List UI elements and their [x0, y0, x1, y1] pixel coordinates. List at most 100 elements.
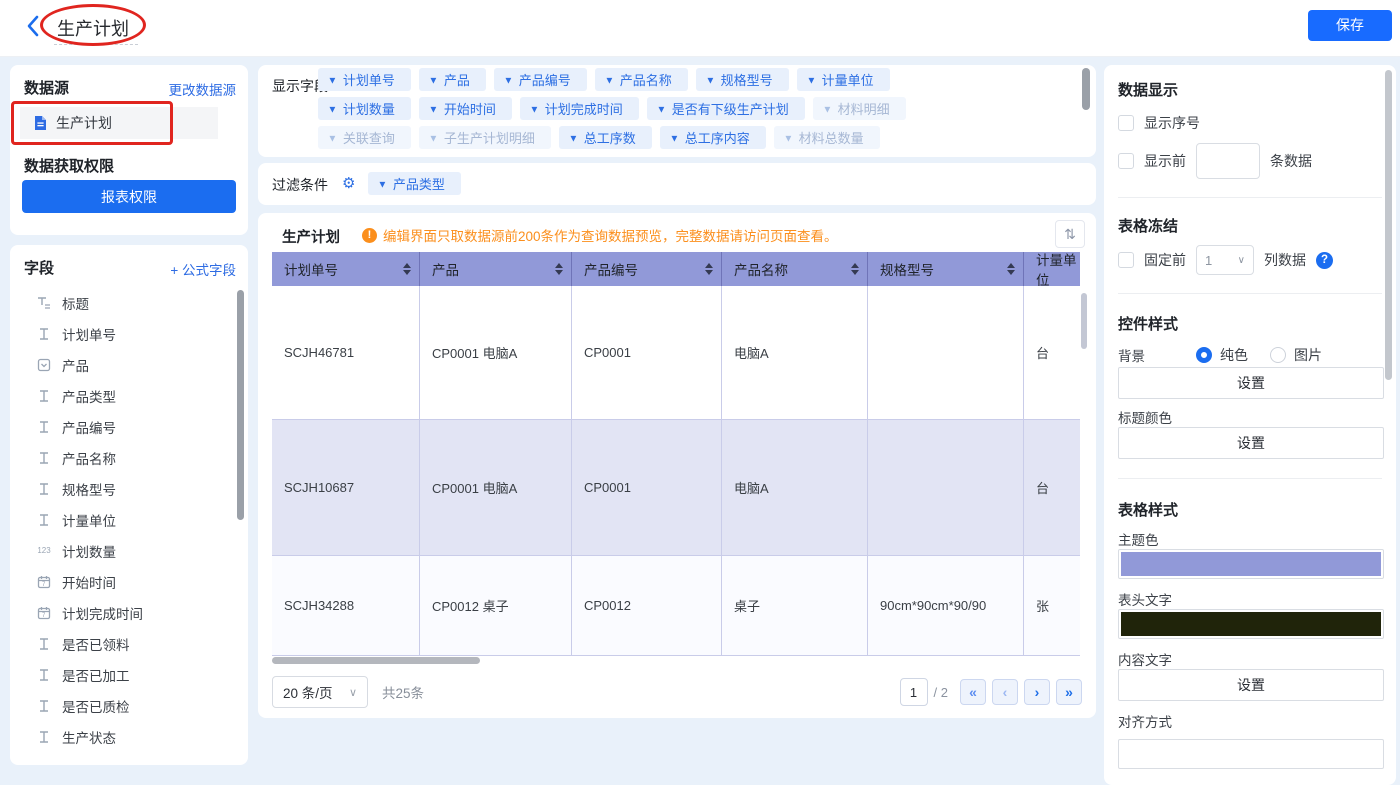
field-item[interactable]: 是否已质检 — [10, 690, 248, 721]
display-field-tag[interactable]: ▼计划数量 — [318, 97, 411, 120]
background-set-button[interactable]: 设置 — [1118, 367, 1384, 399]
field-item[interactable]: 标题 — [10, 287, 248, 318]
image-radio[interactable] — [1270, 347, 1286, 363]
report-permission-button[interactable]: 报表权限 — [22, 180, 236, 213]
field-item[interactable]: 是否已领料 — [10, 628, 248, 659]
freeze-checkbox[interactable] — [1118, 252, 1134, 268]
table-cell: 电脑A — [722, 286, 868, 420]
add-formula-field-link[interactable]: + 公式字段 — [170, 259, 236, 279]
display-field-tag[interactable]: ▼规格型号 — [696, 68, 789, 91]
top-header: 生产计划 保存 — [0, 0, 1400, 57]
tag-label: 子生产计划明细 — [444, 128, 535, 147]
field-item[interactable]: 123计划数量 — [10, 535, 248, 566]
table-column-header[interactable]: 产品编号 — [572, 252, 722, 286]
tag-label: 材料总数量 — [799, 128, 864, 147]
text-icon — [36, 636, 52, 652]
display-field-tag[interactable]: ▼是否有下级生产计划 — [647, 97, 805, 120]
display-field-tag[interactable]: ▼产品 — [419, 68, 486, 91]
tag-label: 计量单位 — [822, 70, 874, 89]
save-button[interactable]: 保存 — [1308, 10, 1392, 41]
display-field-tag[interactable]: ▼产品编号 — [494, 68, 587, 91]
display-field-tag[interactable]: ▼ 计量单位 — [797, 68, 890, 91]
show-first-checkbox[interactable] — [1118, 153, 1134, 169]
title-color-set-button[interactable]: 设置 — [1118, 427, 1384, 459]
display-field-tag[interactable]: ▼计划完成时间 — [520, 97, 639, 120]
table-row[interactable]: SCJH34288CP0012 桌子CP0012桌子90cm*90cm*90/9… — [272, 556, 1080, 656]
fields-scrollbar[interactable] — [237, 290, 244, 520]
back-icon[interactable] — [26, 14, 48, 40]
table-column-header[interactable]: 产品名称 — [722, 252, 868, 286]
field-item[interactable]: 产品 — [10, 349, 248, 380]
table-cell: CP0001 电脑A — [420, 286, 572, 420]
show-first-input[interactable] — [1196, 143, 1260, 179]
table-style-title: 表格样式 — [1118, 499, 1178, 520]
field-item[interactable]: 产品编号 — [10, 411, 248, 442]
field-item[interactable]: 产品名称 — [10, 442, 248, 473]
display-field-tag[interactable]: ▼总工序内容 — [660, 126, 766, 149]
content-text-set-button[interactable]: 设置 — [1118, 669, 1384, 701]
display-field-tag[interactable]: ▼产品类型 — [368, 172, 461, 195]
field-item-label: 是否已领料 — [62, 634, 130, 654]
sort-icon[interactable] — [555, 263, 563, 275]
display-field-tag[interactable]: ▼产品名称 — [595, 68, 688, 91]
last-page-button[interactable]: » — [1056, 679, 1082, 705]
field-item[interactable]: 规格型号 — [10, 473, 248, 504]
table-cell: CP0001 — [572, 420, 722, 556]
theme-color-swatch[interactable] — [1118, 549, 1384, 579]
table-column-header[interactable]: 计划单号 — [272, 252, 420, 286]
display-field-tag[interactable]: ▼关联查询 — [318, 126, 411, 149]
sort-icon[interactable] — [705, 263, 713, 275]
align-control[interactable] — [1118, 739, 1384, 769]
next-page-button[interactable]: › — [1024, 679, 1050, 705]
column-sort-button[interactable]: ⇅ — [1055, 220, 1085, 248]
filter-gear-icon[interactable]: ⚙ — [342, 174, 355, 192]
table-column-header[interactable]: 产品 — [420, 252, 572, 286]
table-vertical-scrollbar[interactable] — [1081, 293, 1087, 349]
solid-color-radio[interactable] — [1196, 347, 1212, 363]
sort-icon[interactable] — [1007, 263, 1015, 275]
display-field-tag[interactable]: ▼材料总数量 — [774, 126, 880, 149]
freeze-count-select[interactable]: 1 ∨ — [1196, 245, 1254, 275]
display-field-tag[interactable]: ▼总工序数 — [559, 126, 652, 149]
field-item[interactable]: 7开始时间 — [10, 566, 248, 597]
field-item[interactable]: 计量单位 — [10, 504, 248, 535]
tag-label: 产品名称 — [620, 70, 672, 89]
page-title[interactable]: 生产计划 — [57, 15, 129, 41]
table-column-header[interactable]: 规格型号 — [868, 252, 1024, 286]
solid-color-label: 纯色 — [1220, 345, 1248, 365]
current-page-input[interactable]: 1 — [900, 678, 928, 706]
table-horizontal-scrollbar[interactable] — [272, 657, 480, 664]
show-index-checkbox[interactable] — [1118, 115, 1134, 131]
field-item-label: 开始时间 — [62, 572, 116, 592]
sort-icon[interactable] — [851, 263, 859, 275]
filter-card: 过滤条件 ⚙ ▼产品类型 — [258, 163, 1096, 205]
settings-scrollbar[interactable] — [1385, 70, 1392, 380]
tag-label: 总工序数 — [584, 128, 636, 147]
table-row[interactable]: SCJH46781CP0001 电脑ACP0001电脑A台 — [272, 286, 1080, 420]
change-datasource-link[interactable]: 更改数据源 — [169, 79, 237, 99]
field-item[interactable]: 是否已加工 — [10, 659, 248, 690]
prev-page-button[interactable]: ‹ — [992, 679, 1018, 705]
sort-icon[interactable] — [403, 263, 411, 275]
column-header-label: 计划单号 — [284, 259, 338, 279]
display-field-tag[interactable]: ▼计划单号 — [318, 68, 411, 91]
field-item[interactable]: 7计划完成时间 — [10, 597, 248, 628]
field-item[interactable]: 产品类型 — [10, 380, 248, 411]
display-field-tag[interactable]: ▼开始时间 — [419, 97, 512, 120]
tag-label: 产品类型 — [393, 174, 445, 193]
page-size-select[interactable]: 20 条/页 ∨ — [272, 676, 368, 708]
datasource-item[interactable]: 生产计划 — [20, 107, 218, 139]
caret-down-icon: ▼ — [806, 74, 816, 85]
caret-down-icon: ▼ — [328, 132, 338, 143]
display-field-tag[interactable]: ▼子生产计划明细 — [419, 126, 551, 149]
table-row[interactable]: SCJH10687CP0001 电脑ACP0001电脑A台 — [272, 420, 1080, 556]
display-fields-scrollbar[interactable] — [1082, 68, 1090, 110]
field-item[interactable]: 计划单号 — [10, 318, 248, 349]
table-column-header[interactable]: 计量单位 — [1024, 252, 1080, 286]
date-icon: 7 — [36, 605, 52, 621]
field-item[interactable]: 生产状态 — [10, 721, 248, 752]
help-icon[interactable]: ? — [1316, 252, 1333, 269]
display-field-tag[interactable]: ▼材料明细 — [813, 97, 906, 120]
header-text-swatch[interactable] — [1118, 609, 1384, 639]
first-page-button[interactable]: « — [960, 679, 986, 705]
